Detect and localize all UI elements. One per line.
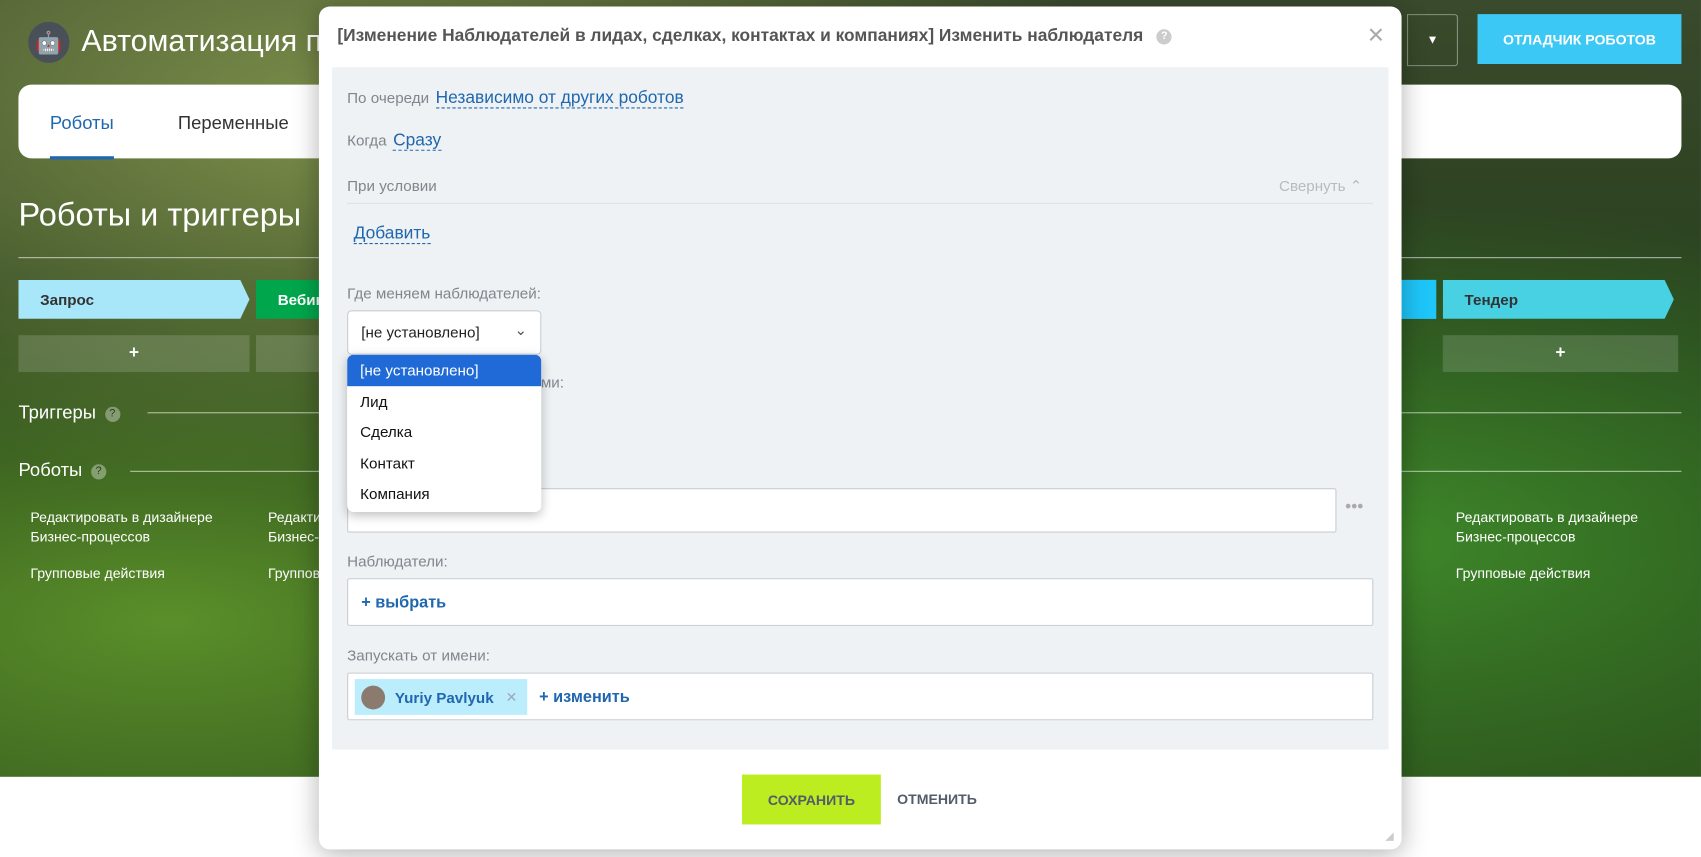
robot-debugger-button[interactable]: ОТЛАДЧИК РОБОТОВ [1477, 14, 1682, 65]
divider [1401, 412, 1682, 414]
edit-in-designer-link[interactable]: Редакти Бизнес-п [268, 508, 327, 547]
option-lead[interactable]: Лид [347, 386, 541, 417]
help-icon[interactable]: ? [90, 463, 107, 479]
stage-request[interactable]: Запрос [18, 279, 250, 319]
edit-in-designer-link[interactable]: Редактировать в дизайнере Бизнес-процессо… [30, 508, 212, 547]
remove-user-icon[interactable]: ✕ [506, 688, 518, 705]
group-actions-link[interactable]: Группов [268, 564, 320, 584]
where-label: Где меняем наблюдателей: [347, 284, 541, 302]
condition-label: При условии [347, 176, 437, 195]
app-title: Автоматизация пр [81, 23, 339, 58]
dialog-body: По очереди Независимо от других роботов К… [331, 67, 1389, 750]
edit-in-designer-link[interactable]: Редактировать в дизайнере Бизнес-процессо… [1456, 508, 1638, 547]
when-row: Когда Сразу [347, 131, 442, 151]
group-actions-link[interactable]: Групповые действия [30, 564, 165, 584]
when-link[interactable]: Сразу [393, 131, 441, 151]
help-icon[interactable]: ? [104, 406, 120, 422]
add-robot-button[interactable] [256, 335, 322, 373]
select-observers-link[interactable]: + выбрать [361, 593, 446, 611]
robots-heading: Роботы? [18, 459, 107, 482]
triggers-label: Триггеры [18, 402, 97, 424]
entity-type-select[interactable]: [не установлено] ⌄ [347, 310, 542, 355]
divider [147, 412, 322, 414]
save-button[interactable]: СОХРАНИТЬ [742, 774, 881, 825]
option-deal[interactable]: Сделка [347, 417, 541, 448]
more-icon[interactable]: ••• [1345, 498, 1363, 518]
divider [130, 470, 322, 472]
robots-label: Роботы [18, 459, 83, 481]
collapse-link[interactable]: Свернуть ⌃ [1279, 177, 1363, 195]
option-contact[interactable]: Контакт [347, 448, 541, 479]
add-robot-button[interactable]: + [1442, 335, 1679, 373]
run-as-label: Запускать от имени: [347, 646, 490, 664]
observers-label: Наблюдатели: [347, 552, 448, 570]
stage-tender[interactable]: Тендер [1442, 279, 1674, 319]
triggers-heading: Триггеры? [18, 402, 120, 424]
robot-settings-dialog: [Изменение Наблюдателей в лидах, сделках… [318, 6, 1402, 850]
user-chip: Yuriy Pavlyuk ✕ [354, 679, 528, 715]
robot-logo-icon: 🤖 [28, 21, 70, 63]
add-robot-button[interactable]: + [18, 335, 250, 373]
option-company[interactable]: Компания [347, 479, 541, 510]
add-condition[interactable]: Добавить [353, 224, 431, 245]
group-actions-link[interactable]: Групповые действия [1456, 564, 1591, 584]
change-user-link[interactable]: + изменить [539, 688, 630, 706]
dialog-title: [Изменение Наблюдателей в лидах, сделках… [337, 27, 1172, 47]
observers-field[interactable]: + выбрать [347, 578, 1374, 626]
user-name: Yuriy Pavlyuk [394, 688, 494, 706]
queue-row: По очереди Независимо от других роботов [347, 88, 684, 109]
select-value: [не установлено] [361, 323, 480, 341]
help-icon[interactable]: ? [1156, 29, 1172, 45]
chevron-down-icon: ⌄ [514, 321, 528, 339]
page-title: Роботы и триггеры [18, 197, 302, 234]
dropdown-caret-button[interactable]: ▼ [1406, 14, 1458, 67]
queue-link[interactable]: Независимо от других роботов [435, 88, 684, 109]
avatar [361, 685, 386, 709]
tab-robots[interactable]: Роботы [49, 113, 114, 160]
run-as-field[interactable]: Yuriy Pavlyuk ✕ + изменить [347, 672, 1374, 721]
option-not-set[interactable]: [не установлено] [347, 354, 542, 386]
divider [1401, 470, 1682, 472]
cancel-button[interactable]: ОТМЕНИТЬ [897, 791, 977, 807]
resize-handle-icon[interactable]: ◢ [1385, 831, 1393, 843]
close-icon[interactable]: ✕ [1367, 22, 1385, 49]
entity-type-options: [не установлено] Лид Сделка Контакт Комп… [347, 354, 542, 513]
divider [347, 202, 1374, 204]
add-condition-link[interactable]: Добавить [353, 224, 431, 245]
tab-variables[interactable]: Переменные [178, 113, 289, 135]
